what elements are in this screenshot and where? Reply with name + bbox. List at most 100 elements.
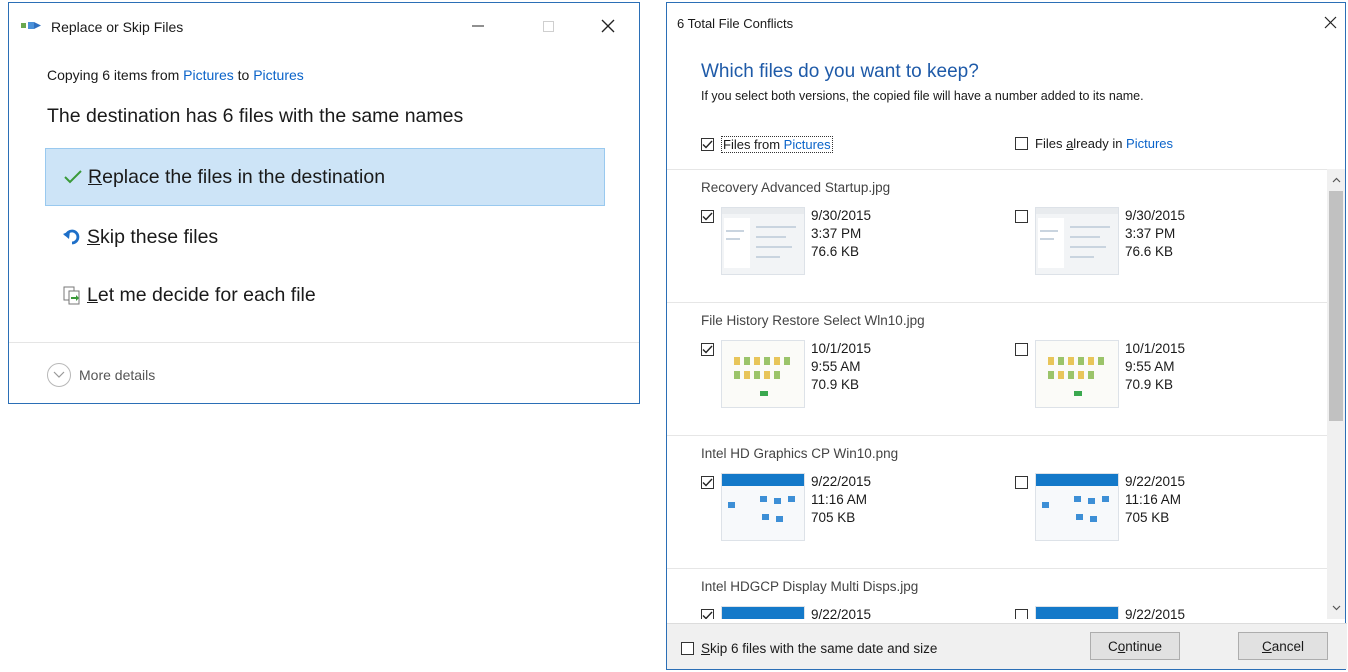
replace-option-key: R bbox=[88, 165, 103, 188]
source-column-label: Files from Pictures bbox=[721, 136, 833, 153]
select-all-destination-checkbox[interactable] bbox=[1015, 137, 1028, 150]
keep-source-checkbox[interactable] bbox=[701, 609, 714, 619]
minimize-icon bbox=[472, 25, 484, 27]
cancel-button[interactable]: Cancel bbox=[1238, 632, 1328, 660]
chevron-down-icon bbox=[47, 363, 71, 387]
vertical-scrollbar[interactable] bbox=[1327, 169, 1345, 619]
chevron-up-icon bbox=[1332, 177, 1340, 183]
dialog-subheading: If you select both versions, the copied … bbox=[701, 89, 1144, 103]
file-thumbnail bbox=[721, 207, 805, 275]
divider bbox=[9, 342, 639, 343]
destination-message: The destination has 6 files with the sam… bbox=[47, 105, 464, 127]
file-thumbnail bbox=[721, 606, 805, 619]
file-thumbnail bbox=[1035, 207, 1119, 275]
copying-mid: to bbox=[233, 67, 254, 83]
conflict-row: Intel HDGCP Display Multi Disps.jpg 9/22… bbox=[667, 569, 1327, 619]
more-details-toggle[interactable]: More details bbox=[47, 363, 155, 387]
file-thumbnail bbox=[1035, 340, 1119, 408]
replace-option-label: eplace the files in the destination bbox=[102, 165, 386, 188]
keep-destination-checkbox[interactable] bbox=[1015, 476, 1028, 489]
scroll-up-button[interactable] bbox=[1327, 173, 1345, 187]
checkmark-icon bbox=[58, 170, 88, 184]
checkmark-icon bbox=[702, 140, 713, 149]
destination-folder-name: Pictures bbox=[1126, 136, 1174, 151]
keep-source-checkbox[interactable] bbox=[701, 343, 714, 356]
skip-option-key: S bbox=[87, 225, 101, 248]
source-folder-link[interactable]: Pictures bbox=[183, 67, 234, 83]
file-date: 9/22/2015 11:16 AM bbox=[1125, 474, 1186, 507]
conflict-row: Intel HD Graphics CP Win10.png 9/22/2015… bbox=[667, 436, 1327, 569]
select-all-source-checkbox[interactable] bbox=[701, 138, 714, 151]
file-thumbnail bbox=[721, 473, 805, 541]
conflict-list[interactable]: Recovery Advanced Startup.jpg 9/30/2015 … bbox=[667, 169, 1327, 619]
decide-option-label: et me decide for each file bbox=[97, 283, 316, 306]
skip-label-rest: kip 6 files with the same date and size bbox=[710, 641, 938, 656]
close-button[interactable] bbox=[1317, 9, 1343, 35]
conflict-row: Recovery Advanced Startup.jpg 9/30/2015 … bbox=[667, 170, 1327, 303]
chevron-down-icon bbox=[1332, 605, 1340, 611]
keep-source-checkbox[interactable] bbox=[701, 210, 714, 223]
destination-column-label: Files already in Pictures bbox=[1035, 136, 1173, 151]
file-date: 9/22/2015 11:28 AM bbox=[811, 607, 872, 619]
file-size: 70.9 KB bbox=[811, 377, 860, 392]
skip-files-option[interactable]: Skip these files bbox=[45, 208, 605, 266]
decide-option-key: L bbox=[87, 283, 98, 306]
skip-option-label: kip these files bbox=[100, 225, 219, 248]
checkmark-icon bbox=[702, 345, 713, 354]
skip-same-files-label: Skip 6 files with the same date and size bbox=[701, 641, 937, 656]
keep-destination-checkbox[interactable] bbox=[1015, 210, 1028, 223]
select-all-destination-files[interactable]: Files already in Pictures bbox=[1015, 136, 1173, 151]
minimize-button[interactable] bbox=[455, 9, 501, 43]
file-date: 9/30/2015 3:37 PM bbox=[1125, 208, 1186, 241]
file-date: 10/1/2015 9:55 AM bbox=[811, 341, 872, 374]
title-bar[interactable]: Replace or Skip Files bbox=[9, 3, 639, 49]
skip-key: S bbox=[701, 641, 711, 656]
skip-same-files-checkbox[interactable] bbox=[681, 642, 694, 655]
file-date: 10/1/2015 9:55 AM bbox=[1125, 341, 1186, 374]
dest-label-b: lready in bbox=[1073, 136, 1127, 151]
skip-same-files-option[interactable]: Skip 6 files with the same date and size bbox=[681, 641, 937, 656]
window-title: Replace or Skip Files bbox=[51, 19, 184, 35]
checkmark-icon bbox=[702, 611, 713, 619]
cancel-key: C bbox=[1261, 638, 1272, 654]
checkmark-icon bbox=[702, 212, 713, 221]
keep-destination-checkbox[interactable] bbox=[1015, 343, 1028, 356]
copying-status: Copying 6 items from Pictures to Picture… bbox=[47, 67, 304, 83]
maximize-button[interactable] bbox=[525, 9, 571, 43]
select-all-source-files[interactable]: Files from Pictures bbox=[701, 136, 833, 153]
conflict-row: File History Restore Select Wln10.jpg 10… bbox=[667, 303, 1327, 436]
continue-a: C bbox=[1107, 638, 1118, 654]
file-conflicts-dialog: 6 Total File Conflicts Which files do yo… bbox=[666, 2, 1347, 670]
dialog-footer: Skip 6 files with the same date and size… bbox=[667, 623, 1347, 669]
file-name: File History Restore Select Wln10.jpg bbox=[701, 313, 925, 328]
continue-b: ntinue bbox=[1125, 638, 1163, 654]
decide-files-icon bbox=[57, 285, 87, 305]
window-title: 6 Total File Conflicts bbox=[677, 16, 794, 31]
file-date: 9/30/2015 3:37 PM bbox=[811, 208, 872, 241]
continue-button[interactable]: Co ntinue bbox=[1090, 632, 1180, 660]
replace-or-skip-dialog: Replace or Skip Files Copying 6 items fr… bbox=[8, 2, 640, 404]
scroll-down-button[interactable] bbox=[1327, 601, 1345, 615]
file-size: 76.6 KB bbox=[811, 244, 860, 259]
keep-source-checkbox[interactable] bbox=[701, 476, 714, 489]
continue-key: o bbox=[1117, 638, 1126, 654]
file-size: 76.6 KB bbox=[1125, 244, 1174, 259]
close-icon bbox=[601, 19, 615, 33]
cancel-rest: ancel bbox=[1271, 638, 1305, 654]
replace-files-option[interactable]: Replace the files in the destination bbox=[45, 148, 605, 206]
source-label-prefix: Files from bbox=[723, 137, 784, 152]
close-button[interactable] bbox=[585, 9, 631, 43]
file-name: Recovery Advanced Startup.jpg bbox=[701, 180, 891, 195]
file-size: 70.9 KB bbox=[1125, 377, 1174, 392]
file-thumbnail bbox=[1035, 473, 1119, 541]
file-date: 9/22/2015 11:28 AM bbox=[1125, 607, 1186, 619]
file-size: 705 KB bbox=[811, 510, 856, 525]
checkmark-icon bbox=[702, 478, 713, 487]
destination-folder-link[interactable]: Pictures bbox=[253, 67, 304, 83]
file-date: 9/22/2015 11:16 AM bbox=[811, 474, 872, 507]
copying-prefix: Copying 6 items from bbox=[47, 67, 184, 83]
decide-each-file-option[interactable]: Let me decide for each file bbox=[45, 266, 605, 324]
keep-destination-checkbox[interactable] bbox=[1015, 609, 1028, 619]
scrollbar-thumb[interactable] bbox=[1329, 191, 1343, 421]
file-name: Intel HD Graphics CP Win10.png bbox=[701, 446, 899, 461]
